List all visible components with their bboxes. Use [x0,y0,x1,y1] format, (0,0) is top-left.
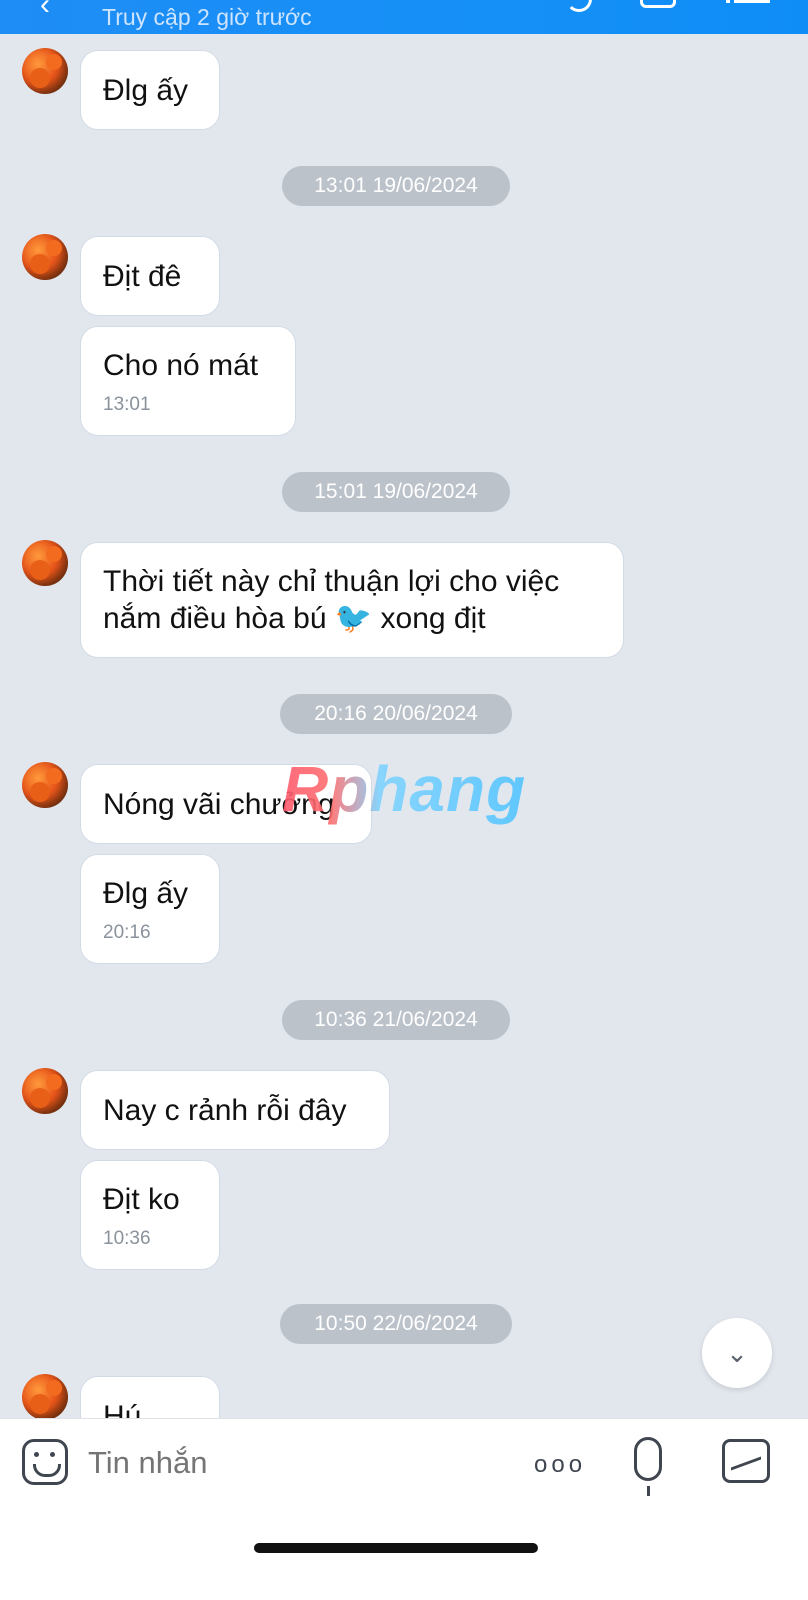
message-bubble[interactable]: Nay c rảnh rỗi đây [80,1070,390,1150]
message-text: Địt đê [103,260,182,293]
message-text: Nay c rảnh rỗi đây [103,1094,347,1127]
double-chevron-down-icon: ⌄ [726,1338,748,1368]
message-time: 20:16 [103,922,151,943]
message-text: Cho nó mát [103,349,259,382]
scroll-to-bottom-button[interactable]: ⌄ [702,1318,772,1388]
message-input[interactable] [88,1441,508,1485]
avatar[interactable] [22,540,68,586]
sticker-icon[interactable] [22,1439,68,1485]
chat-header: ‹ Truy cập 2 giờ trước [0,0,808,34]
message-bubble[interactable]: Địt ko 10:36 [80,1160,220,1270]
message-time: 13:01 [103,394,151,415]
watermark-logo: Rphang [282,753,527,825]
date-separator: 10:36 21/06/2024 [282,1000,510,1040]
message-bubble[interactable]: Địt đê [80,236,220,316]
date-separator: 13:01 19/06/2024 [282,166,510,206]
message-text-line-1: Thời tiết này chỉ thuận lợi cho việc [103,565,560,598]
date-separator: 20:16 20/06/2024 [280,694,512,734]
message-text-line-2: nắm điều hòa bú 🐦 xong địt [103,602,486,635]
message-time: 10:36 [103,1228,151,1249]
avatar[interactable] [22,1068,68,1114]
video-call-icon[interactable] [640,0,676,8]
message-composer: ooo [0,1418,808,1600]
message-bubble[interactable]: Cho nó mát 13:01 [80,326,296,436]
image-icon[interactable] [722,1439,770,1483]
message-bubble[interactable]: Thời tiết này chỉ thuận lợi cho việc nắm… [80,542,624,658]
date-separator: 10:50 22/06/2024 [280,1304,512,1344]
message-bubble[interactable]: Đlg ấy 20:16 [80,854,220,964]
back-icon[interactable]: ‹ [40,0,50,22]
more-dots-icon[interactable]: ooo [534,1451,586,1479]
avatar[interactable] [22,48,68,94]
message-text: Đlg ấy [103,74,189,107]
avatar[interactable] [22,234,68,280]
home-indicator [254,1543,538,1553]
message-text: Đlg ấy [103,877,189,910]
avatar[interactable] [22,762,68,808]
message-text: Địt ko [103,1183,180,1216]
date-separator: 15:01 19/06/2024 [282,472,510,512]
avatar[interactable] [22,1374,68,1420]
message-bubble[interactable]: Đlg ấy [80,50,220,130]
phone-icon[interactable] [566,0,592,12]
last-seen-status: Truy cập 2 giờ trước [102,4,312,30]
microphone-icon[interactable] [634,1437,662,1496]
list-menu-icon[interactable] [726,0,770,3]
